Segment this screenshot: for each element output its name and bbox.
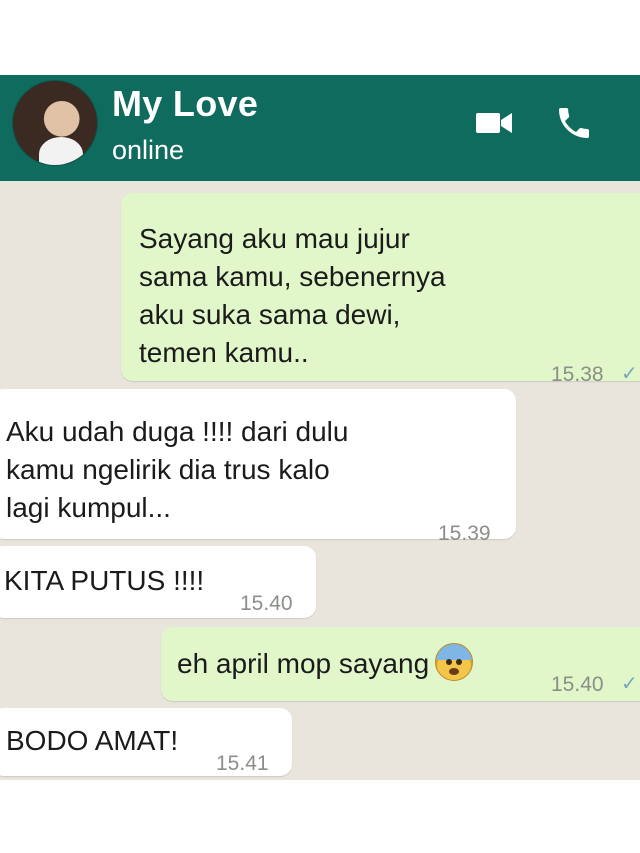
message-text: Sayang aku mau jujur sama kamu, sebenern… [139,223,446,368]
message-bubble[interactable]: Sayang aku mau jujur sama kamu, sebenern… [121,193,640,386]
message-text: KITA PUTUS !!!! [4,565,205,596]
contact-status: online [112,135,185,165]
message-text: eh april mop sayang [177,648,430,679]
message-bubble[interactable]: eh april mop sayang 15.40 ✓✓ [161,627,640,701]
emoji-left-eye [446,659,453,665]
emoji-right-eye [456,659,463,665]
message-time: 15.38 [551,363,604,386]
read-receipt-icon: ✓✓ [621,363,640,385]
voice-call-button[interactable] [552,101,596,145]
message-bubble[interactable]: KITA PUTUS !!!! 15.40 [0,546,316,618]
phone-icon [559,108,589,138]
message-time: 15.40 [240,592,293,615]
emoji-forehead [436,644,473,660]
message-text-row: eh april mop sayang [177,643,474,683]
video-camera-icon [476,113,512,133]
emoji-mouth [449,668,460,675]
read-receipt-icon: ✓✓ [621,673,640,695]
message-text: BODO AMAT! [6,725,179,756]
video-call-button[interactable] [472,101,516,145]
message-text: Aku udah duga !!!! dari dulu kamu ngelir… [6,416,349,523]
chat-header: My Love online [0,75,640,181]
message-list[interactable]: Sayang aku mau jujur sama kamu, sebenern… [0,181,640,780]
message-time: 15.40 [551,673,604,696]
message-bubble[interactable]: Aku udah duga !!!! dari dulu kamu ngelir… [0,389,516,545]
contact-avatar[interactable] [12,80,98,166]
avatar-shirt [39,137,83,165]
anxious-face-with-sweat-icon [435,643,474,681]
contact-name[interactable]: My Love [112,83,258,125]
message-bubble[interactable]: BODO AMAT! 15.41 [0,708,292,776]
message-time: 15.39 [438,522,491,545]
message-time: 15.41 [216,752,269,775]
